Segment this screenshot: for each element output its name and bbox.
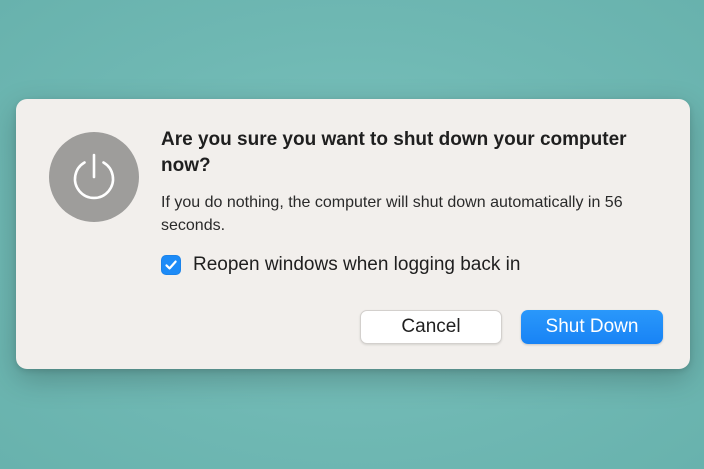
power-symbol (73, 153, 115, 200)
power-icon (49, 132, 139, 222)
dialog-title: Are you sure you want to shut down your … (161, 129, 627, 176)
reopen-windows-checkbox[interactable] (161, 255, 181, 275)
dialog-message: If you do nothing, the computer will shu… (161, 194, 623, 234)
reopen-windows-label: Reopen windows when logging back in (193, 254, 521, 275)
shutdown-dialog: Are you sure you want to shut down your … (16, 99, 690, 369)
shut-down-button[interactable]: Shut Down (521, 310, 663, 344)
reopen-windows-option[interactable]: Reopen windows when logging back in (161, 253, 520, 277)
checkmark-icon (165, 260, 177, 270)
cancel-button[interactable]: Cancel (360, 310, 502, 344)
